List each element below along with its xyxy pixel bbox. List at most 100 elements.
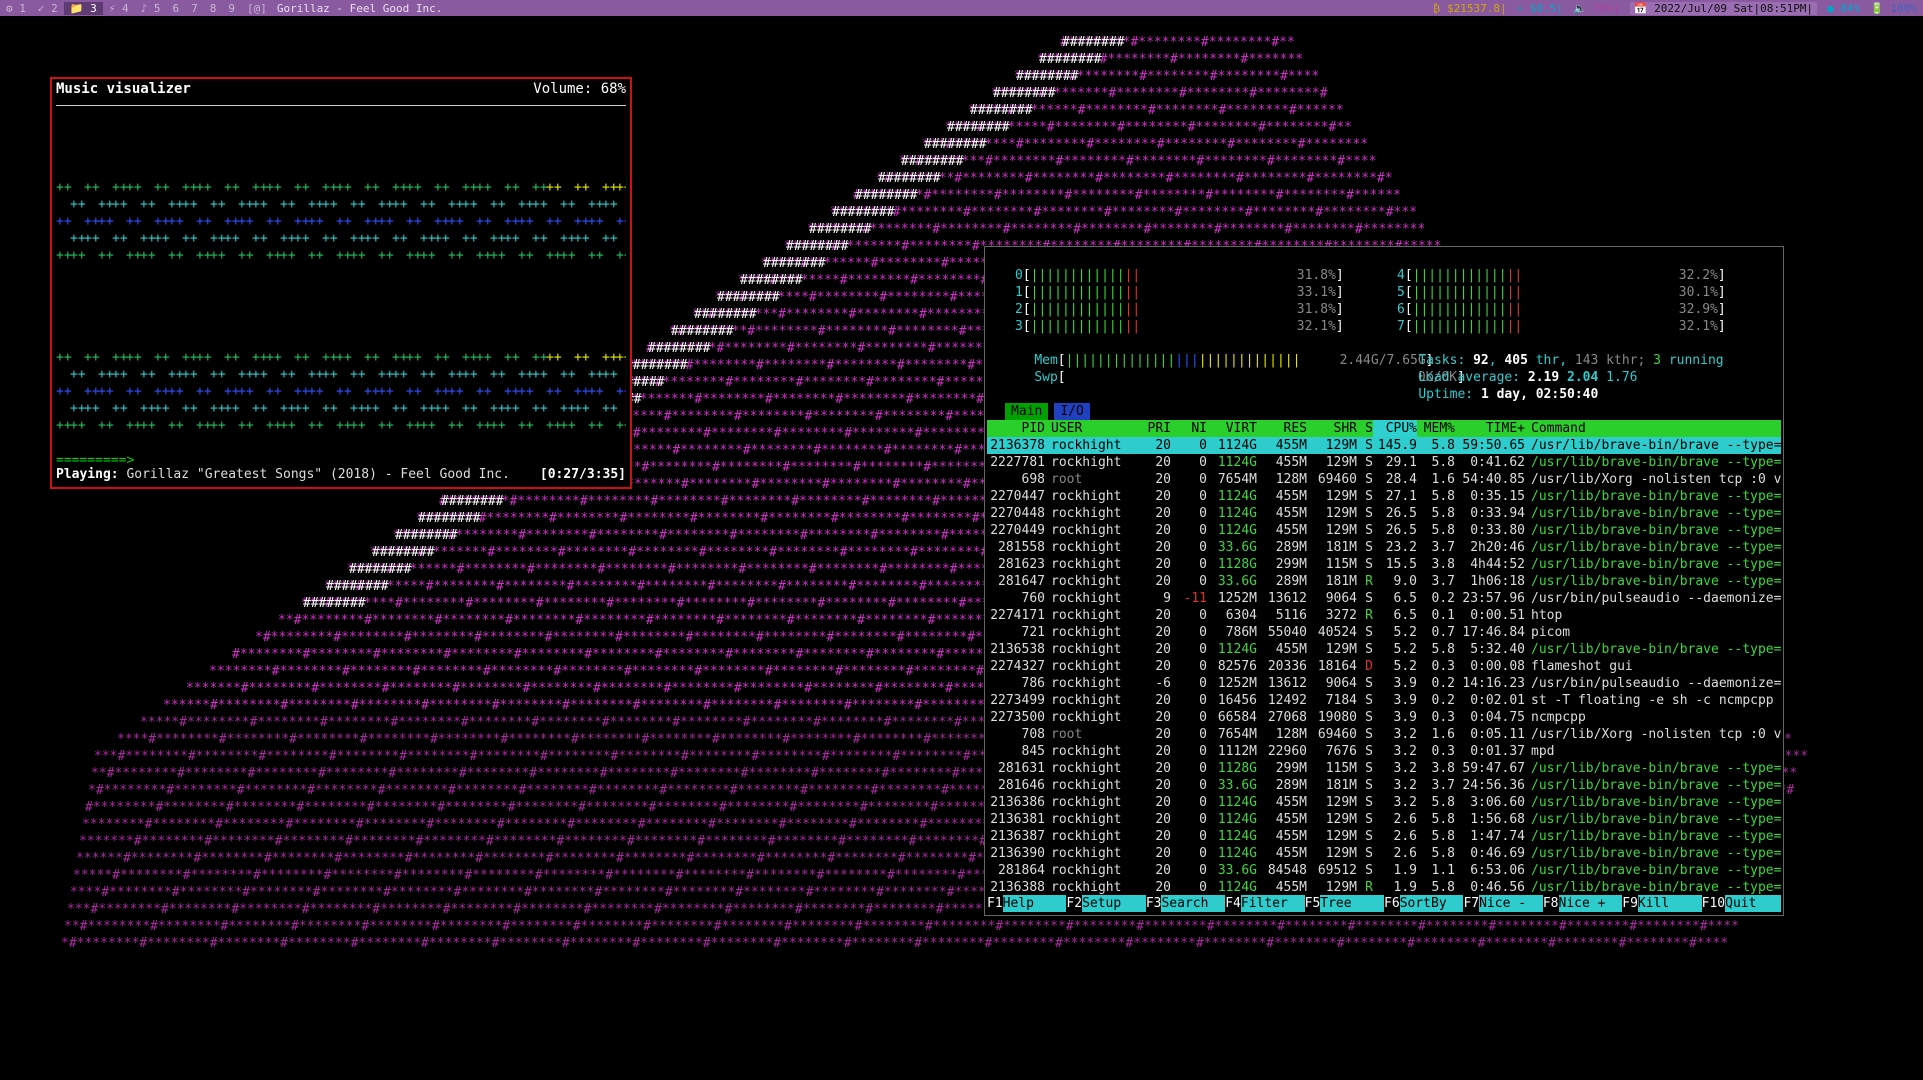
column-virt[interactable]: VIRT [1207, 420, 1257, 437]
process-cell: 6304 [1225, 608, 1257, 623]
process-row[interactable]: 845 rockhight 20 0 1112M 22960 7676 S 3.2 0.3 0:01… [987, 743, 1781, 760]
fkey-nice[interactable]: F7 Nice - [1463, 895, 1542, 912]
spectrum-bar: ++ [476, 214, 492, 229]
htop-window[interactable]: 0[|||||||||||||| 31.8%] 1[|||||||||||||| … [984, 246, 1784, 916]
process-row[interactable]: 2136390 rockhight 20 0 1124G 455M 129M S 2.6 5.8 0… [987, 845, 1781, 862]
process-row[interactable]: 281646 rockhight 20 0 33.6G 289M 181M S 3.2 3.7 24… [987, 777, 1781, 794]
process-cell: 1124G [1217, 795, 1257, 810]
process-cell: 3.9 [1393, 693, 1417, 708]
column-command[interactable]: Command [1525, 420, 1781, 437]
spectrum-bar: ++ [476, 384, 492, 399]
workspace-9[interactable]: 9 [222, 2, 241, 15]
ascii-art-edge: ######## [832, 205, 895, 220]
fkey-help[interactable]: F1 Help [987, 895, 1066, 912]
column-shr[interactable]: SHR [1307, 420, 1357, 437]
workspace-8[interactable]: 8 [204, 2, 223, 15]
spectrum-bar: ++ [420, 248, 436, 263]
process-row[interactable]: 2136388 rockhight 20 0 1124G 455M 129M R 1.9 5.8 0… [987, 879, 1781, 896]
column-pri[interactable]: PRI [1131, 420, 1171, 437]
column-user[interactable]: USER [1045, 420, 1131, 437]
workspace-10[interactable]: [@] [241, 2, 273, 15]
column-pid[interactable]: PID [987, 420, 1045, 437]
process-table-header: PID USER PRI NI VIRT RES SHR S CPU% MEM% TIME+ Comm… [987, 420, 1781, 437]
process-cell: 2270449 [990, 523, 1045, 538]
process-row[interactable]: 2270449 rockhight 20 0 1124G 455M 129M S 26.5 5.8… [987, 522, 1781, 539]
process-cell: 3:06.60 [1470, 795, 1525, 810]
column-cpu[interactable]: CPU% [1373, 420, 1417, 437]
process-row[interactable]: 2273499 rockhight 20 0 16456 12492 7184 S 3.9 0.2… [987, 692, 1781, 709]
tab-main[interactable]: Main [1005, 403, 1049, 420]
process-row[interactable]: 2270448 rockhight 20 0 1124G 455M 129M S 26.5 5.8… [987, 505, 1781, 522]
process-cell: 0 [1199, 642, 1207, 657]
workspace-1[interactable]: ⚙ 1 [0, 2, 32, 15]
ascii-art-edge: ######## [970, 103, 1033, 118]
process-cell: 13612 [1267, 591, 1307, 606]
fkey-search[interactable]: F3 Search [1145, 895, 1225, 912]
fkey-filter[interactable]: F4 Filter [1225, 895, 1304, 912]
fkey-tree[interactable]: F5 Tree [1304, 895, 1384, 912]
process-row[interactable]: 2136378 rockhight 20 0 1124G 455M 129M S 145.9 5.… [987, 437, 1781, 454]
spectrum-bar: ++ [168, 214, 184, 229]
process-table[interactable]: PID USER PRI NI VIRT RES SHR S CPU% MEM% TIME+ Comm… [987, 420, 1781, 896]
process-cell: 5.8 [1431, 846, 1455, 861]
workspace-2[interactable]: ✓ 2 [32, 2, 64, 15]
process-row[interactable]: 760 rockhight 9 -11 1252M 13612 9064 S 6.5 0.2 23:… [987, 590, 1781, 607]
process-row[interactable]: 2136381 rockhight 20 0 1124G 455M 129M S 2.6 5.8 1… [987, 811, 1781, 828]
cpu-meter-7: 7[|||||||||||||| 32.1%] [1397, 319, 1726, 334]
process-row[interactable]: 2227781 rockhight 20 0 1124G 455M 129M S 29.1 5.8… [987, 454, 1781, 471]
workspace-7[interactable]: 7 [185, 2, 204, 15]
fkey-setup[interactable]: F2 Setup [1066, 895, 1145, 912]
process-cell: rockhight [1051, 574, 1122, 589]
process-row[interactable]: 2274327 rockhight 20 0 82576 20336 18164 D 5.2 0.… [987, 658, 1781, 675]
process-cell: 33.6G [1217, 778, 1257, 793]
process-cell: -11 [1183, 591, 1207, 606]
process-row[interactable]: 2136387 rockhight 20 0 1124G 455M 129M S 2.6 5.8 1… [987, 828, 1781, 845]
process-cell: 20 [1155, 659, 1171, 674]
process-row[interactable]: 281623 rockhight 20 0 1128G 299M 115M S 15.5 3.8 4… [987, 556, 1781, 573]
process-row[interactable]: 2136538 rockhight 20 0 1124G 455M 129M S 5.2 5.8 5… [987, 641, 1781, 658]
process-cell: 0 [1199, 880, 1207, 895]
process-row[interactable]: 281864 rockhight 20 0 33.6G 84548 69512 S 1.9 1.1… [987, 862, 1781, 879]
process-cell: 1124G [1217, 846, 1257, 861]
column-mem[interactable]: MEM% [1417, 420, 1455, 437]
workspace-4[interactable]: ⚡ 4 [103, 2, 135, 15]
column-res[interactable]: RES [1257, 420, 1307, 437]
process-cell: S [1365, 591, 1373, 606]
workspace-5[interactable]: ♪ 5 [135, 2, 167, 15]
process-row[interactable]: 2273500 rockhight 20 0 66584 27068 19080 S 3.9 0.… [987, 709, 1781, 726]
process-cell: 6:53.06 [1470, 863, 1525, 878]
process-row[interactable]: 708 root 20 0 7654M 128M 69460 S 3.2 1.6 0:05.11/u… [987, 726, 1781, 743]
process-cell: 0:01.37 [1470, 744, 1525, 759]
process-row[interactable]: 2136386 rockhight 20 0 1124G 455M 129M S 3.2 5.8 3… [987, 794, 1781, 811]
fkey-nice[interactable]: F8 Nice + [1542, 895, 1622, 912]
process-cell: 3.2 [1393, 727, 1417, 742]
uptime: Uptime: 1 day, 02:50:40 [1418, 387, 1599, 402]
spectrum-bar: ++ [84, 180, 100, 195]
process-cell: 20 [1155, 506, 1171, 521]
process-row[interactable]: 2274171 rockhight 20 0 6304 5116 3272 R 6.5 0.1 0:… [987, 607, 1781, 624]
process-row[interactable]: 281647 rockhight 20 0 33.6G 289M 181M R 9.0 3.7 1h… [987, 573, 1781, 590]
process-cell: 708 [1021, 727, 1045, 742]
fkey-kill[interactable]: F9 Kill [1622, 895, 1701, 912]
column-s[interactable]: S [1357, 420, 1373, 437]
spectrum-bar: ++ [546, 214, 562, 229]
process-cell: 1112M [1217, 744, 1257, 759]
fkey-quit[interactable]: F10 Quit [1701, 895, 1781, 912]
fkey-sortby[interactable]: F6 SortBy [1384, 895, 1463, 912]
process-row[interactable]: 2270447 rockhight 20 0 1124G 455M 129M S 27.1 5.8… [987, 488, 1781, 505]
tab-io[interactable]: I/O [1054, 403, 1090, 420]
column-ni[interactable]: NI [1171, 420, 1207, 437]
playback-progress-bar[interactable]: =========> [56, 453, 134, 468]
workspace-3[interactable]: 📁 3 [63, 1, 103, 15]
column-time[interactable]: TIME+ [1455, 420, 1525, 437]
process-row[interactable]: 721 rockhight 20 0 786M 55040 40524 S 5.2 0.7 17:4… [987, 624, 1781, 641]
process-row[interactable]: 786 rockhight -6 0 1252M 13612 9064 S 3.9 0.2 14:1… [987, 675, 1781, 692]
process-row[interactable]: 281631 rockhight 20 0 1128G 299M 115M S 3.2 3.8 59… [987, 760, 1781, 777]
workspace-6[interactable]: 6 [166, 2, 185, 15]
music-visualizer-window[interactable]: Music visualizer Volume: 68% ++ ++ ++ ++ ++ +… [50, 77, 632, 489]
process-row[interactable]: 281558 rockhight 20 0 33.6G 289M 181M S 23.2 3.7 2… [987, 539, 1781, 556]
process-row[interactable]: 698 root 20 0 7654M 128M 69460 S 28.4 1.6 54:40.85… [987, 471, 1781, 488]
process-cell: 20 [1155, 557, 1171, 572]
spectrum-bar: ++ [574, 401, 590, 416]
spectrum-bar: ++ [238, 248, 254, 263]
